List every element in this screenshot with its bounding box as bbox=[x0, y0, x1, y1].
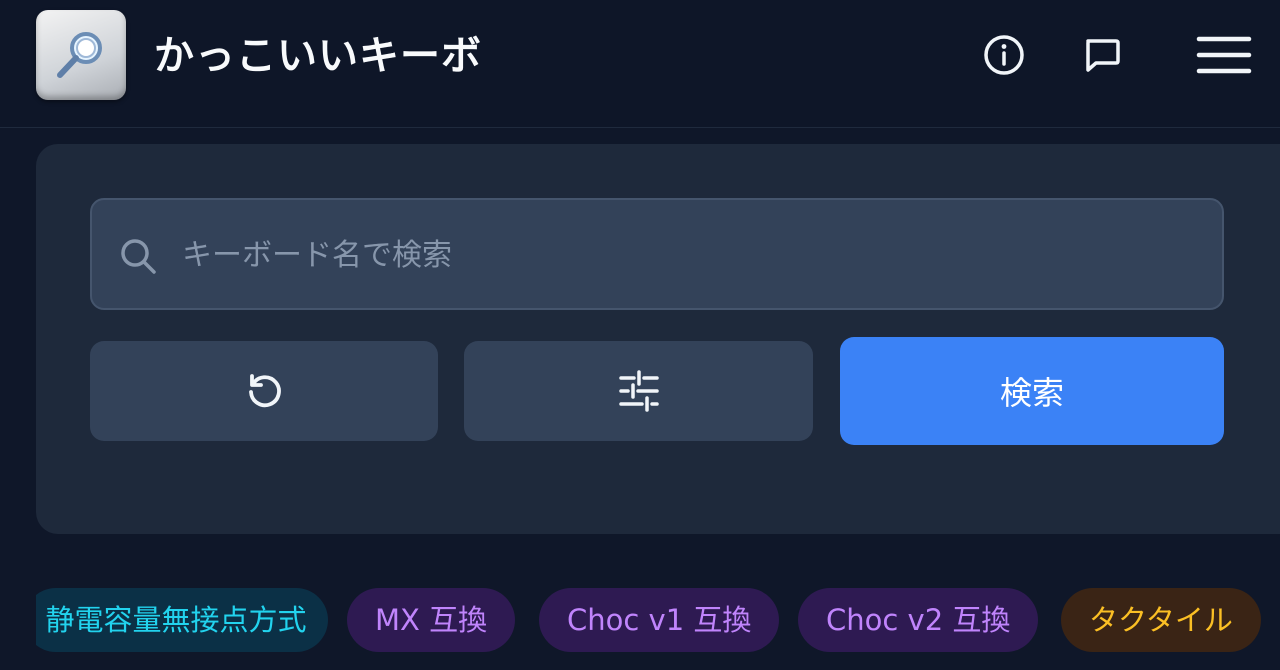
info-button[interactable] bbox=[979, 30, 1029, 80]
menu-button[interactable] bbox=[1196, 30, 1252, 80]
reset-button[interactable] bbox=[90, 341, 438, 441]
tag-list: 静電容量無接点方式 MX 互換 Choc v1 互換 Choc v2 互換 タク… bbox=[36, 588, 1280, 652]
search-icon bbox=[121, 239, 156, 274]
tag-mx-compatible[interactable]: MX 互換 bbox=[347, 588, 516, 652]
search-submit-button[interactable]: 検索 bbox=[840, 337, 1224, 445]
search-box[interactable] bbox=[90, 198, 1224, 310]
sliders-icon bbox=[618, 370, 659, 412]
chat-bubble-icon bbox=[1086, 39, 1120, 72]
tag-capacitive[interactable]: 静電容量無接点方式 bbox=[36, 588, 328, 652]
tag-tactile[interactable]: タクタイル bbox=[1061, 588, 1261, 652]
page: かっこいいキーボ キーボード名で検索 検索 静電容量無接点方式 MX 互換 Ch… bbox=[0, 0, 1280, 670]
reset-icon bbox=[249, 374, 281, 408]
hamburger-menu-icon bbox=[1196, 36, 1252, 74]
app-logo[interactable] bbox=[36, 10, 126, 100]
search-card: 検索 bbox=[36, 144, 1280, 534]
tag-choc-v1-compatible[interactable]: Choc v1 互換 bbox=[539, 588, 780, 652]
app-header: かっこいいキーボ bbox=[0, 0, 1280, 128]
app-title: かっこいいキーボ bbox=[154, 33, 482, 79]
tag-choc-v2-compatible[interactable]: Choc v2 互換 bbox=[798, 588, 1039, 652]
search-input[interactable] bbox=[182, 220, 1202, 290]
feedback-button[interactable] bbox=[1077, 30, 1127, 80]
info-icon bbox=[984, 35, 1024, 75]
magnifier-keycap-icon bbox=[57, 32, 102, 78]
filter-button[interactable] bbox=[464, 341, 813, 441]
